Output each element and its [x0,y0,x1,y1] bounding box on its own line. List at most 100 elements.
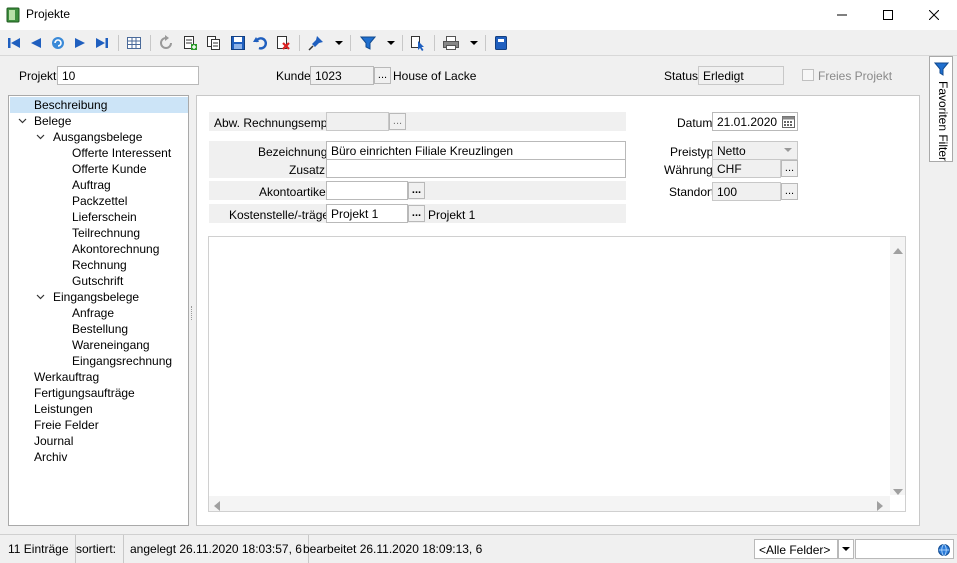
toolbar-separator [118,35,119,51]
abw-rechnungsempf-lookup-button: ... [389,113,406,130]
kunde-input[interactable]: 1023 [310,66,374,85]
vertical-scrollbar[interactable] [890,237,905,495]
tree-item-freie-felder[interactable]: Freie Felder [34,417,99,433]
delete-button[interactable] [273,33,293,53]
field-select-dropdown[interactable] [838,539,854,559]
toolbar [0,30,957,56]
tree-item-beschreibung[interactable]: Beschreibung [34,97,107,113]
akontoartikel-input[interactable] [326,181,408,200]
scroll-down-icon[interactable] [893,484,903,495]
akontoartikel-lookup-button[interactable]: ... [408,182,425,199]
table-view-button[interactable] [124,33,144,53]
copy-icon [207,36,220,50]
splitter-handle[interactable] [191,306,194,320]
tree-item-lieferschein[interactable]: Lieferschein [72,209,137,225]
bezeichnung-input[interactable]: Büro einrichten Filiale Kreuzlingen [326,141,626,160]
projekt-label: Projekt [19,69,57,83]
tree-item-eingangsbelege[interactable]: Eingangsbelege [53,289,139,305]
pin-button[interactable] [306,33,326,53]
tree-item-teilrechnung[interactable]: Teilrechnung [72,225,140,241]
chevron-down-icon [470,40,478,45]
zusatz-input[interactable] [326,159,626,178]
scroll-right-icon[interactable] [877,500,885,511]
tree-item-ausgangsbelege[interactable]: Ausgangsbelege [53,129,142,145]
projekt-input[interactable]: 10 [57,66,199,85]
print-button[interactable] [441,33,461,53]
pin-dropdown[interactable] [334,33,344,53]
tree-item-akontorechnung[interactable]: Akontorechnung [72,241,159,257]
tree-item-anfrage[interactable]: Anfrage [72,305,114,321]
chevron-down-icon [335,40,343,45]
standort-label: Standort [669,185,715,199]
minimize-button[interactable] [819,0,865,30]
select-button[interactable] [408,33,428,53]
kostenstelle-lookup-button[interactable]: ... [408,205,425,222]
first-record-button[interactable] [4,33,24,53]
new-record-button[interactable] [180,33,200,53]
save-button[interactable] [228,33,248,53]
chevron-down-icon [387,40,395,45]
new-record-icon [184,36,197,50]
chevron-down-icon[interactable] [35,289,45,305]
prev-record-button[interactable] [26,33,46,53]
filter-dropdown[interactable] [386,33,396,53]
tree-item-werkauftrag[interactable]: Werkauftrag [34,369,99,385]
scroll-left-icon[interactable] [214,500,222,511]
tree-item-rechnung[interactable]: Rechnung [72,257,127,273]
chevron-down-icon[interactable] [35,129,45,145]
favoriten-filter-tab[interactable]: Favoriten Filter [929,56,953,162]
horizontal-scrollbar[interactable] [209,496,890,511]
next-record-button[interactable] [70,33,90,53]
scroll-up-icon[interactable] [893,243,903,254]
last-record-button[interactable] [92,33,112,53]
kunde-lookup-button[interactable]: ... [374,67,391,84]
filter-button[interactable] [358,33,378,53]
tree-item-belege[interactable]: Belege [34,113,71,129]
maximize-button[interactable] [865,0,911,30]
created-info: angelegt 26.11.2020 18:03:57, 6 [124,535,309,563]
tree-item-auftrag[interactable]: Auftrag [72,177,111,193]
tree-item-packzettel[interactable]: Packzettel [72,193,127,209]
bookmark-button[interactable] [491,33,511,53]
search-globe-icon[interactable] [938,544,950,556]
chevron-down-icon [842,546,850,551]
toolbar-separator [299,35,300,51]
record-count: 11 Einträge [2,535,76,563]
tree-item-archiv[interactable]: Archiv [34,449,67,465]
tree-item-journal[interactable]: Journal [34,433,73,449]
print-dropdown[interactable] [469,33,479,53]
calendar-button[interactable] [781,114,796,129]
tree-item-wareneingang[interactable]: Wareneingang [72,337,150,353]
tree-item-offerte-kunde[interactable]: Offerte Kunde [72,161,147,177]
kostenstelle-input[interactable]: Projekt 1 [326,204,408,223]
next-record-icon [75,38,85,48]
maximize-icon [883,10,893,20]
toolbar-separator [350,35,351,51]
title-bar: Projekte [0,0,957,30]
freies-projekt-checkbox[interactable] [802,69,814,81]
waehrung-lookup-button[interactable]: ... [781,160,798,177]
kunde-name: House of Lacke [393,69,477,83]
pin-icon [308,36,323,51]
standort-lookup-button[interactable]: ... [781,183,798,200]
back-button[interactable] [48,33,68,53]
tree-item-bestellung[interactable]: Bestellung [72,321,128,337]
tree-item-leistungen[interactable]: Leistungen [34,401,93,417]
abw-rechnungsempf-input [326,112,389,131]
undo-button[interactable] [250,33,270,53]
tree-item-offerte-interessent[interactable]: Offerte Interessent [72,145,171,161]
refresh-button[interactable] [156,33,176,53]
select-icon [411,36,424,51]
chevron-down-icon[interactable] [17,113,27,129]
status-field: Erledigt [698,66,784,85]
tree-item-gutschrift[interactable]: Gutschrift [72,273,123,289]
copy-button[interactable] [204,33,224,53]
toolbar-separator [434,35,435,51]
description-text-area[interactable] [208,236,906,512]
standort-input: 100 [712,182,781,201]
close-button[interactable] [911,0,957,30]
calendar-icon [782,116,795,128]
tree-item-eingangsrechnung[interactable]: Eingangsrechnung [72,353,172,369]
field-select[interactable]: <Alle Felder> [754,539,838,559]
tree-item-fertigungsauftraege[interactable]: Fertigungsaufträge [34,385,135,401]
